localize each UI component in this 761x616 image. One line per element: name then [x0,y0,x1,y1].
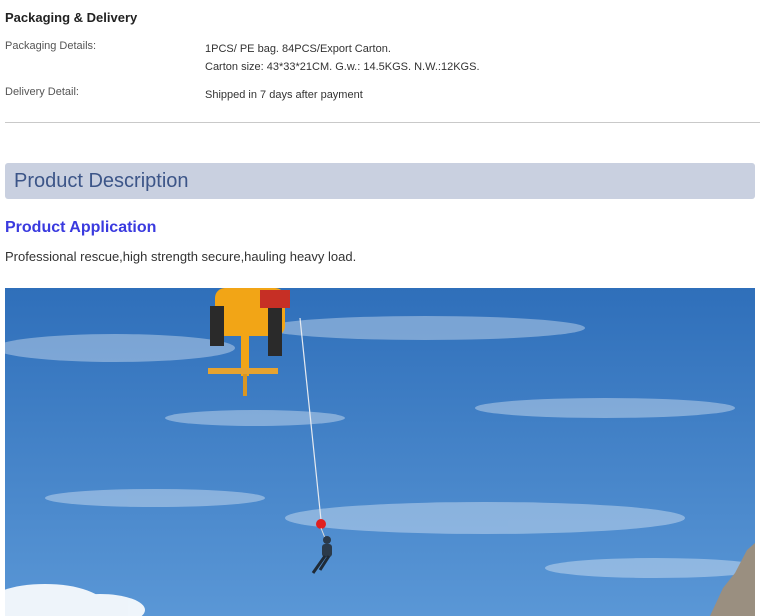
packaging-details-value: 1PCS/ PE bag. 84PCS/Export Carton. Carto… [205,40,760,76]
delivery-detail-value: Shipped in 7 days after payment [205,89,363,101]
product-photo [5,288,755,616]
product-description-bar: Product Description [5,163,755,199]
product-application-text: Professional rescue,high strength secure… [5,249,357,264]
delivery-detail-label: Delivery Detail: [5,86,79,98]
product-description-heading: Product Description [14,170,189,192]
product-application-title: Product Application [5,219,157,236]
packaging-details-line-1: 1PCS/ PE bag. 84PCS/Export Carton. [205,43,391,55]
packaging-details-line-2: Carton size: 43*33*21CM. G.w.: 14.5KGS. … [205,61,480,73]
rescue-helicopter-image [5,288,755,616]
packaging-delivery-heading: Packaging & Delivery [5,10,138,25]
packaging-details-label: Packaging Details: [5,40,97,52]
section-divider [5,122,760,123]
